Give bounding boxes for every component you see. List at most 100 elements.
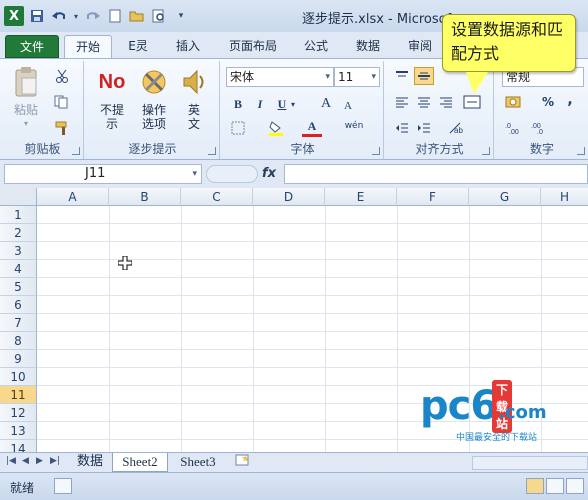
row-header-5[interactable]: 5 [0, 278, 37, 296]
insert-function-icon[interactable]: fx [262, 166, 276, 181]
grow-font-button[interactable]: A [316, 95, 336, 113]
callout-tooltip: 设置数据源和匹配方式 [442, 14, 576, 72]
font-name-combo[interactable]: 宋体 ▾ [226, 67, 334, 87]
column-header-e[interactable]: E [325, 188, 397, 206]
prev-sheet-icon[interactable]: ◀ [22, 456, 29, 466]
tab-data[interactable]: 数据 [344, 35, 392, 58]
column-header-c[interactable]: C [181, 188, 253, 206]
tab-insert[interactable]: 插入 [164, 35, 212, 58]
save-icon[interactable] [28, 7, 46, 25]
tab-file[interactable]: 文件 [5, 35, 59, 58]
spreadsheet-grid[interactable]: A B C D E F G H 1 2 3 4 5 6 7 8 9 10 11 … [0, 188, 588, 452]
font-color-button[interactable]: A [302, 119, 322, 137]
row-header-10[interactable]: 10 [0, 368, 37, 386]
align-center-icon[interactable] [414, 93, 434, 111]
paste-button[interactable]: 粘贴 ▾ [6, 65, 46, 131]
decrease-indent-icon[interactable] [392, 119, 412, 137]
tab-review[interactable]: 审阅 [398, 35, 442, 58]
row-header-2[interactable]: 2 [0, 224, 37, 242]
column-header-d[interactable]: D [253, 188, 325, 206]
column-header-a[interactable]: A [37, 188, 109, 206]
italic-button[interactable]: I [250, 95, 270, 113]
align-left-icon[interactable] [392, 93, 412, 111]
row-header-7[interactable]: 7 [0, 314, 37, 332]
english-button[interactable]: 英文 [176, 65, 212, 131]
dialog-launcher-icon[interactable] [482, 147, 490, 155]
align-right-icon[interactable] [436, 93, 456, 111]
phonetic-icon[interactable]: wén [344, 117, 364, 135]
sheet-tab-data[interactable]: 数据 [70, 453, 110, 472]
tab-home[interactable]: 开始 [64, 35, 112, 58]
fill-color-icon[interactable] [266, 119, 286, 137]
formula-bar-handle[interactable] [206, 165, 258, 183]
shrink-font-button[interactable]: A [338, 97, 358, 115]
formula-input[interactable] [284, 164, 588, 184]
format-painter-icon[interactable] [52, 119, 72, 137]
sheet-tab-sheet2[interactable]: Sheet2 [112, 453, 168, 472]
operation-options-button[interactable]: 操作选项 [134, 65, 174, 131]
last-sheet-icon[interactable]: ▶| [50, 456, 60, 466]
tab-formulas[interactable]: 公式 [294, 35, 338, 58]
column-header-g[interactable]: G [469, 188, 541, 206]
percent-button[interactable]: % [538, 93, 558, 111]
row-header-3[interactable]: 3 [0, 242, 37, 260]
undo-icon[interactable] [50, 7, 68, 25]
orientation-icon[interactable]: ab [446, 119, 466, 137]
cut-icon[interactable] [52, 67, 72, 85]
column-header-f[interactable]: F [397, 188, 469, 206]
new-icon[interactable] [106, 7, 124, 25]
row-header-1[interactable]: 1 [0, 206, 37, 224]
row-header-14[interactable]: 14 [0, 440, 37, 452]
tab-page-layout[interactable]: 页面布局 [218, 35, 288, 58]
redo-icon[interactable] [84, 7, 102, 25]
print-preview-icon[interactable] [150, 7, 168, 25]
row-header-6[interactable]: 6 [0, 296, 37, 314]
align-top-icon[interactable] [392, 67, 412, 85]
row-header-9[interactable]: 9 [0, 350, 37, 368]
next-sheet-icon[interactable]: ▶ [36, 456, 43, 466]
dialog-launcher-icon[interactable] [372, 147, 380, 155]
row-header-4[interactable]: 4 [0, 260, 37, 278]
chevron-down-icon[interactable]: ▾ [72, 7, 80, 25]
sheet-tab-sheet3[interactable]: Sheet3 [170, 453, 226, 472]
align-middle-icon[interactable] [414, 67, 434, 85]
insert-sheet-icon[interactable] [230, 453, 256, 472]
normal-view-button[interactable] [526, 478, 544, 494]
column-header-h[interactable]: H [541, 188, 588, 206]
excel-app-icon[interactable]: X [4, 6, 24, 26]
speaker-icon [176, 65, 212, 99]
no-hint-button[interactable]: No 不提示 [92, 65, 132, 131]
row-header-8[interactable]: 8 [0, 332, 37, 350]
dialog-launcher-icon[interactable] [577, 147, 585, 155]
svg-text:.00: .00 [509, 129, 519, 135]
quick-access-toolbar: X ▾ ▾ [4, 6, 190, 26]
dialog-launcher-icon[interactable] [208, 147, 216, 155]
customize-icon[interactable]: ▾ [172, 7, 190, 25]
border-icon[interactable] [228, 119, 248, 137]
column-header-b[interactable]: B [109, 188, 181, 206]
row-header-13[interactable]: 13 [0, 422, 37, 440]
open-icon[interactable] [128, 7, 146, 25]
merge-center-icon[interactable] [462, 93, 482, 111]
font-size-combo[interactable]: 11 ▾ [334, 67, 380, 87]
dialog-launcher-icon[interactable] [72, 147, 80, 155]
name-box[interactable]: J11 ▾ [4, 164, 202, 184]
bold-button[interactable]: B [228, 95, 248, 113]
row-header-11[interactable]: 11 [0, 386, 37, 404]
first-sheet-icon[interactable]: |◀ [6, 456, 16, 466]
comma-button[interactable]: , [560, 91, 580, 109]
horizontal-scrollbar[interactable] [472, 456, 588, 470]
accounting-format-icon[interactable] [504, 93, 524, 111]
row-header-12[interactable]: 12 [0, 404, 37, 422]
increase-indent-icon[interactable] [414, 119, 434, 137]
page-break-view-button[interactable] [566, 478, 584, 494]
decrease-decimal-icon[interactable]: .00.0 [530, 119, 550, 137]
grid-line [109, 206, 110, 452]
macro-record-icon[interactable] [54, 478, 72, 494]
chevron-down-icon[interactable]: ▾ [288, 95, 298, 113]
increase-decimal-icon[interactable]: .0.00 [504, 119, 524, 137]
page-layout-view-button[interactable] [546, 478, 564, 494]
select-all-button[interactable] [0, 188, 37, 206]
tab-eling[interactable]: E灵 [118, 35, 158, 58]
copy-icon[interactable] [52, 93, 72, 111]
